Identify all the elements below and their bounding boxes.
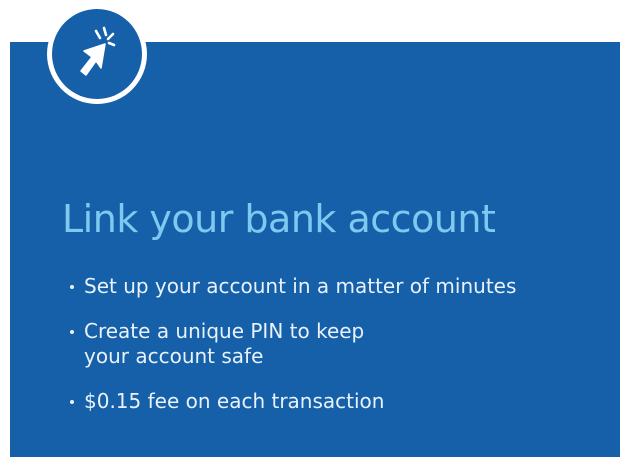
benefit-text-continued: your account safe	[84, 344, 264, 368]
benefit-item: Create a unique PIN to keep your account…	[68, 319, 516, 369]
card-title: Link your bank account	[62, 197, 496, 241]
benefit-text: $0.15 fee on each transaction	[84, 389, 385, 413]
cursor-click-icon	[80, 26, 116, 76]
benefit-item: $0.15 fee on each transaction	[68, 389, 516, 414]
info-card: Link your bank account Set up your accou…	[10, 42, 620, 457]
benefit-item: Set up your account in a matter of minut…	[68, 274, 516, 299]
benefit-list: Set up your account in a matter of minut…	[68, 274, 516, 434]
benefit-text: Set up your account in a matter of minut…	[84, 274, 517, 298]
icon-badge-inner	[52, 9, 142, 99]
benefit-text: Create a unique PIN to keep	[84, 319, 365, 343]
page: Link your bank account Set up your accou…	[0, 0, 620, 457]
icon-badge	[47, 4, 147, 104]
